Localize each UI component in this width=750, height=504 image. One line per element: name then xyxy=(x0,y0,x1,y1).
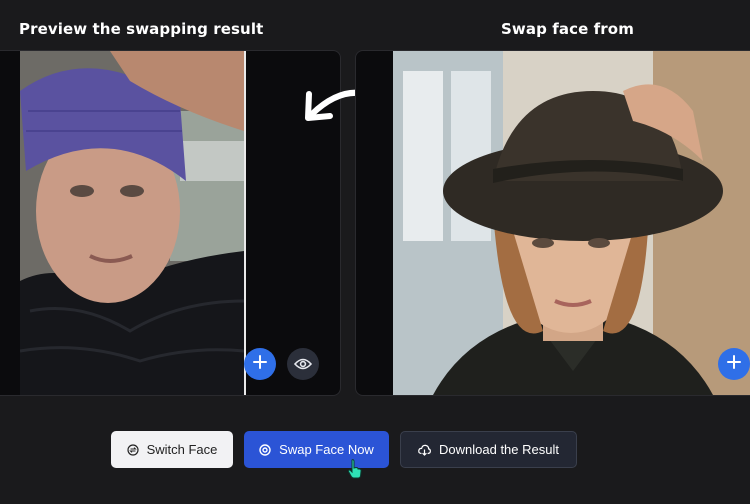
source-photo xyxy=(393,51,750,395)
source-heading: Swap face from xyxy=(501,20,634,38)
plus-icon xyxy=(726,354,742,374)
target-icon xyxy=(259,443,271,456)
preview-heading: Preview the swapping result xyxy=(19,20,264,38)
eye-icon xyxy=(293,355,313,374)
cloud-download-icon xyxy=(418,444,431,456)
plus-icon xyxy=(252,354,268,374)
switch-face-label: Switch Face xyxy=(146,442,218,457)
swap-face-now-button[interactable]: Swap Face Now xyxy=(244,431,389,468)
add-source-button[interactable] xyxy=(718,348,750,380)
view-result-button[interactable] xyxy=(287,348,319,380)
download-result-label: Download the Result xyxy=(439,442,559,457)
swap-circle-icon xyxy=(126,443,139,456)
add-result-button[interactable] xyxy=(244,348,276,380)
download-result-button[interactable]: Download the Result xyxy=(400,431,577,468)
swap-face-now-label: Swap Face Now xyxy=(279,442,374,457)
hand-pointer-icon xyxy=(347,459,363,483)
switch-face-button[interactable]: Switch Face xyxy=(111,431,233,468)
result-preview-panel xyxy=(0,50,341,396)
result-photo xyxy=(20,51,246,395)
source-face-panel xyxy=(355,50,750,396)
